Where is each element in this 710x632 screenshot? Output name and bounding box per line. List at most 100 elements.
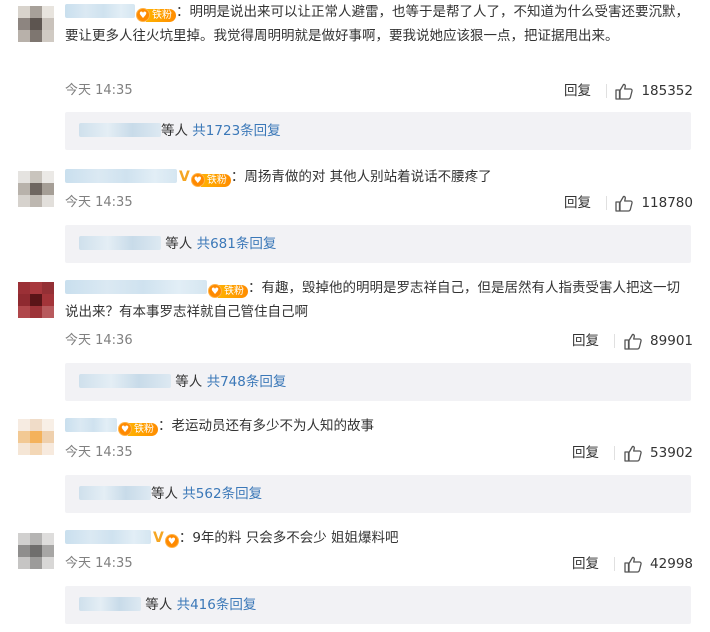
avatar-pixel: [30, 6, 42, 18]
replier-names[interactable]: [79, 597, 141, 611]
replier-names[interactable]: [79, 236, 161, 250]
avatar-pixel: [42, 306, 54, 318]
avatar-pixel: [30, 306, 42, 318]
avatar-pixel: [30, 533, 42, 545]
like-button[interactable]: 42998: [624, 554, 693, 574]
avatar-pixel: [30, 282, 42, 294]
avatar-pixel: [18, 545, 30, 557]
fan-badge: ♥ 铁粉: [136, 8, 176, 23]
avatar-pixel: [30, 294, 42, 306]
avatar-pixel: [18, 443, 30, 455]
divider: [614, 446, 615, 460]
replies-count-link[interactable]: 共748条回复: [207, 374, 287, 390]
like-button[interactable]: 53902: [624, 443, 693, 463]
fan-label: 铁粉: [146, 8, 176, 22]
v-badge-icon: V: [179, 169, 190, 185]
reply-button[interactable]: 回复: [564, 81, 591, 101]
avatar[interactable]: [18, 171, 54, 207]
like-count: 89901: [650, 333, 693, 349]
fan-heart-icon: ♥: [164, 534, 179, 548]
like-count: 185352: [641, 83, 693, 99]
v-badge-icon: V: [153, 530, 164, 546]
avatar-pixel: [18, 294, 30, 306]
avatar-pixel: [18, 282, 30, 294]
replier-names[interactable]: [79, 123, 161, 137]
fan-label: 铁粉: [200, 173, 231, 187]
username[interactable]: [65, 169, 177, 183]
reply-summary[interactable]: 等人 共416条回复: [65, 586, 691, 624]
comment-text-block: V ♥ ：9年的料 只会多不会少 姐姐爆料吧: [65, 526, 693, 550]
username[interactable]: [65, 280, 207, 294]
replier-names[interactable]: [79, 486, 151, 500]
comment-meta: 今天 14:36 回复 89901: [65, 331, 693, 351]
divider: [614, 557, 615, 571]
reply-summary[interactable]: 等人 共1723条回复: [65, 112, 691, 150]
fan-heart-icon: ♥: [118, 422, 132, 436]
username[interactable]: [65, 4, 135, 18]
avatar-pixel: [42, 533, 54, 545]
reply-button[interactable]: 回复: [564, 193, 591, 213]
thumbs-up-icon: [624, 333, 642, 350]
replies-count-link[interactable]: 共416条回复: [177, 597, 257, 613]
comment-text-block: V ♥ 铁粉 ：周扬青做的对 其他人别站着说话不腰疼了: [65, 165, 693, 189]
avatar-pixel: [42, 294, 54, 306]
replies-count-link[interactable]: 共562条回复: [182, 486, 262, 502]
avatar-pixel: [18, 18, 30, 30]
avatar-pixel: [42, 282, 54, 294]
comment-text: 9年的料 只会多不会少 姐姐爆料吧: [192, 530, 399, 546]
avatar-pixel: [30, 443, 42, 455]
timestamp: 今天 14:35: [65, 445, 133, 460]
replies-suffix: 等人: [165, 236, 193, 252]
avatar-pixel: [18, 183, 30, 195]
avatar-pixel: [42, 6, 54, 18]
timestamp: 今天 14:35: [65, 83, 133, 98]
avatar[interactable]: [18, 533, 54, 569]
like-button[interactable]: 185352: [615, 81, 693, 101]
reply-summary[interactable]: 等人 共562条回复: [65, 475, 691, 513]
avatar-pixel: [42, 171, 54, 183]
avatar-pixel: [18, 557, 30, 569]
replies-count-link[interactable]: 共681条回复: [197, 236, 277, 252]
avatar[interactable]: [18, 6, 54, 42]
comment-meta: 今天 14:35 回复 118780: [65, 193, 693, 213]
username[interactable]: [65, 418, 117, 432]
reply-button[interactable]: 回复: [572, 554, 599, 574]
timestamp: 今天 14:35: [65, 556, 133, 571]
reply-button[interactable]: 回复: [572, 331, 599, 351]
avatar-pixel: [42, 443, 54, 455]
avatar[interactable]: [18, 419, 54, 455]
avatar-pixel: [30, 557, 42, 569]
avatar-pixel: [42, 183, 54, 195]
like-count: 42998: [650, 556, 693, 572]
reply-summary[interactable]: 等人 共748条回复: [65, 363, 691, 401]
fan-heart-icon: ♥: [136, 8, 150, 22]
avatar-pixel: [18, 533, 30, 545]
fan-badge: ♥: [164, 534, 179, 549]
comment-meta: 今天 14:35 回复 53902: [65, 443, 693, 463]
replier-names[interactable]: [79, 374, 171, 388]
avatar-pixel: [42, 431, 54, 443]
like-button[interactable]: 89901: [624, 331, 693, 351]
replies-count-link[interactable]: 共1723条回复: [192, 123, 280, 139]
avatar-pixel: [18, 431, 30, 443]
like-count: 118780: [641, 195, 693, 211]
divider: [606, 196, 607, 210]
reply-button[interactable]: 回复: [572, 443, 599, 463]
thumbs-up-icon: [624, 556, 642, 573]
comment-text-block: ♥ 铁粉 ：老运动员还有多少不为人知的故事: [65, 414, 693, 438]
avatar-pixel: [30, 171, 42, 183]
avatar[interactable]: [18, 282, 54, 318]
timestamp: 今天 14:36: [65, 333, 133, 348]
avatar-pixel: [30, 195, 42, 207]
thumbs-up-icon: [615, 195, 634, 212]
username[interactable]: [65, 530, 151, 544]
reply-summary[interactable]: 等人 共681条回复: [65, 225, 691, 263]
timestamp: 今天 14:35: [65, 195, 133, 210]
divider: [606, 84, 607, 98]
like-button[interactable]: 118780: [615, 193, 693, 213]
thumbs-up-icon: [624, 445, 642, 462]
replies-suffix: 等人: [145, 597, 173, 613]
avatar-pixel: [42, 419, 54, 431]
avatar-pixel: [18, 30, 30, 42]
replies-suffix: 等人: [175, 374, 203, 390]
